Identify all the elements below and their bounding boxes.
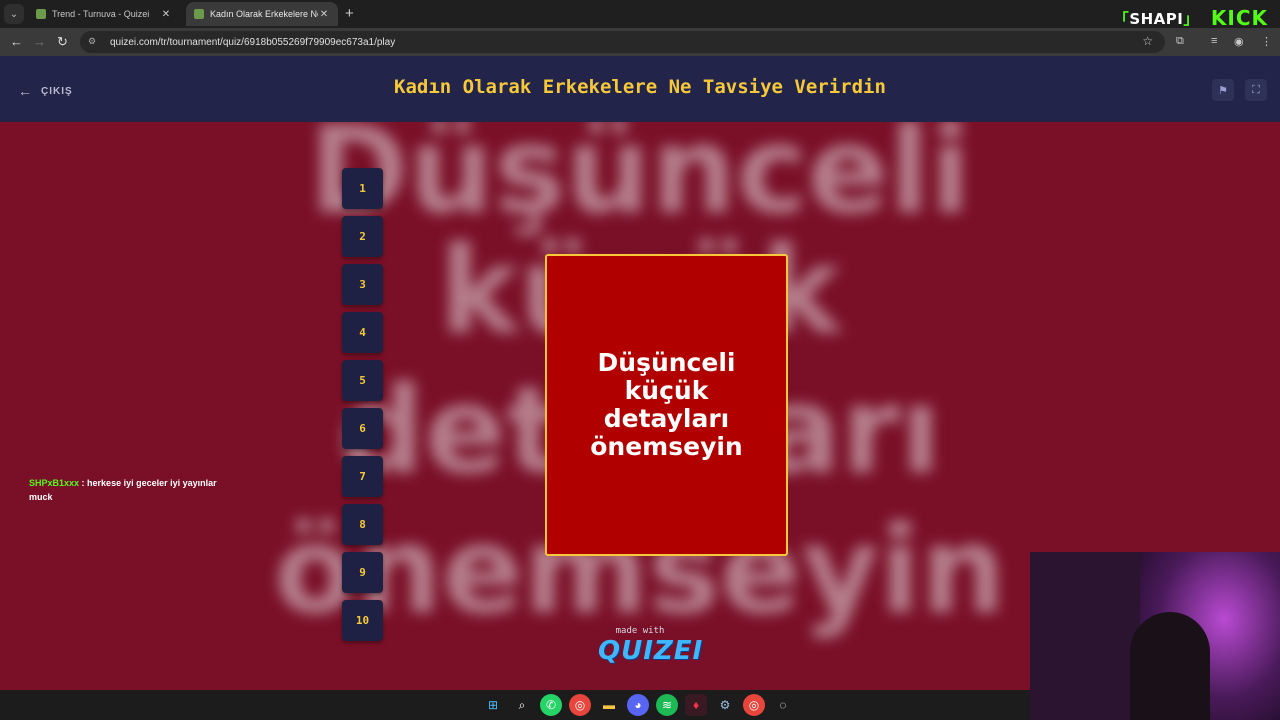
question-number-button[interactable]: 4 bbox=[342, 312, 383, 353]
reload-icon[interactable]: ↻ bbox=[57, 34, 68, 50]
quizei-favicon-icon bbox=[36, 9, 46, 19]
answer-card-text: Düşünceli küçük detayları önemseyin bbox=[590, 348, 743, 461]
tab-search-menu-icon[interactable]: ⌄ bbox=[4, 4, 24, 24]
question-number-button[interactable]: 2 bbox=[342, 216, 383, 257]
extensions-icon[interactable]: ⧉ bbox=[1176, 35, 1184, 48]
stream-branding: 「SHAPI」 KICK bbox=[1114, 6, 1268, 30]
quizei-logo: QUIZEI bbox=[598, 636, 704, 666]
back-icon[interactable]: ← bbox=[10, 34, 23, 49]
address-bar-row: ← → ↻ ⚙ quizei.com/tr/tournament/quiz/69… bbox=[0, 28, 1280, 56]
search-icon[interactable]: ⌕ bbox=[511, 694, 533, 716]
quiz-title: Kadın Olarak Erkekelere Ne Tavsiye Verir… bbox=[394, 76, 886, 98]
question-number-button[interactable]: 9 bbox=[342, 552, 383, 593]
question-number-button[interactable]: 10 bbox=[342, 600, 383, 641]
forward-icon[interactable]: → bbox=[33, 34, 46, 49]
tab-trend[interactable]: Trend - Turnuva - Quizei ✕ bbox=[28, 2, 180, 26]
taskbar: ⊞ ⌕ ✆ ◎ ▬ ◕ ≋ ♦ ⚙ ◎ ◌ bbox=[0, 690, 1030, 720]
close-tab-icon[interactable]: ✕ bbox=[318, 9, 330, 20]
question-number-button[interactable]: 6 bbox=[342, 408, 383, 449]
windows-icon[interactable]: ⊞ bbox=[482, 694, 504, 716]
kick-logo: KICK bbox=[1210, 6, 1268, 30]
streamer-silhouette bbox=[1130, 612, 1210, 720]
whatsapp-icon[interactable]: ✆ bbox=[540, 694, 562, 716]
flag-icon: ⚑ bbox=[1218, 84, 1228, 97]
steam-icon[interactable]: ⚙ bbox=[714, 694, 736, 716]
discord-icon[interactable]: ◕ bbox=[627, 694, 649, 716]
made-with-badge[interactable]: made with QUIZEI bbox=[598, 626, 704, 666]
url-text: quizei.com/tr/tournament/quiz/6918b05526… bbox=[110, 36, 396, 48]
media-control-icon[interactable]: ≡ bbox=[1211, 35, 1217, 47]
quizei-favicon-icon bbox=[194, 9, 204, 19]
question-number-button[interactable]: 8 bbox=[342, 504, 383, 545]
bookmark-star-icon[interactable]: ☆ bbox=[1142, 34, 1153, 48]
spotify-icon[interactable]: ≋ bbox=[656, 694, 678, 716]
chrome-icon[interactable]: ◎ bbox=[569, 694, 591, 716]
chat-username: SHPxB1xxx bbox=[29, 478, 80, 488]
browser-tab-bar: ⌄ Trend - Turnuva - Quizei ✕ Kadın Olara… bbox=[0, 0, 1280, 30]
app-icon[interactable]: ♦ bbox=[685, 694, 707, 716]
url-field[interactable]: ⚙ quizei.com/tr/tournament/quiz/6918b055… bbox=[80, 31, 1165, 53]
question-number-button[interactable]: 1 bbox=[342, 168, 383, 209]
fullscreen-button[interactable]: ⛶ bbox=[1245, 79, 1267, 101]
obs-icon[interactable]: ◌ bbox=[772, 694, 794, 716]
shapi-logo: 「SHAPI」 bbox=[1113, 9, 1199, 28]
fullscreen-icon: ⛶ bbox=[1252, 83, 1260, 96]
question-number-button[interactable]: 3 bbox=[342, 264, 383, 305]
site-info-icon[interactable]: ⚙ bbox=[88, 36, 100, 48]
tab-title: Trend - Turnuva - Quizei bbox=[52, 9, 150, 19]
new-tab-icon[interactable]: + bbox=[345, 5, 354, 22]
close-tab-icon[interactable]: ✕ bbox=[160, 9, 172, 20]
made-with-label: made with bbox=[615, 626, 665, 636]
tab-title: Kadın Olarak Erkekelere Ne Tavsiye bbox=[210, 9, 318, 19]
chat-message: SHPxB1xxx : herkese iyi geceler iyi yayı… bbox=[29, 478, 217, 502]
quiz-header: ← ÇIKIŞ Kadın Olarak Erkekelere Ne Tavsi… bbox=[0, 56, 1280, 122]
answer-card[interactable]: Düşünceli küçük detayları önemseyin bbox=[545, 254, 788, 556]
report-flag-button[interactable]: ⚑ bbox=[1212, 79, 1234, 101]
question-number-button[interactable]: 5 bbox=[342, 360, 383, 401]
question-number-button[interactable]: 7 bbox=[342, 456, 383, 497]
webcam-overlay bbox=[1030, 552, 1280, 720]
profile-icon[interactable]: ◉ bbox=[1234, 35, 1244, 48]
tab-quiz[interactable]: Kadın Olarak Erkekelere Ne Tavsiye ✕ bbox=[186, 2, 338, 26]
menu-dots-icon[interactable]: ⋮ bbox=[1261, 35, 1272, 48]
chrome-alt-icon[interactable]: ◎ bbox=[743, 694, 765, 716]
files-icon[interactable]: ▬ bbox=[598, 694, 620, 716]
